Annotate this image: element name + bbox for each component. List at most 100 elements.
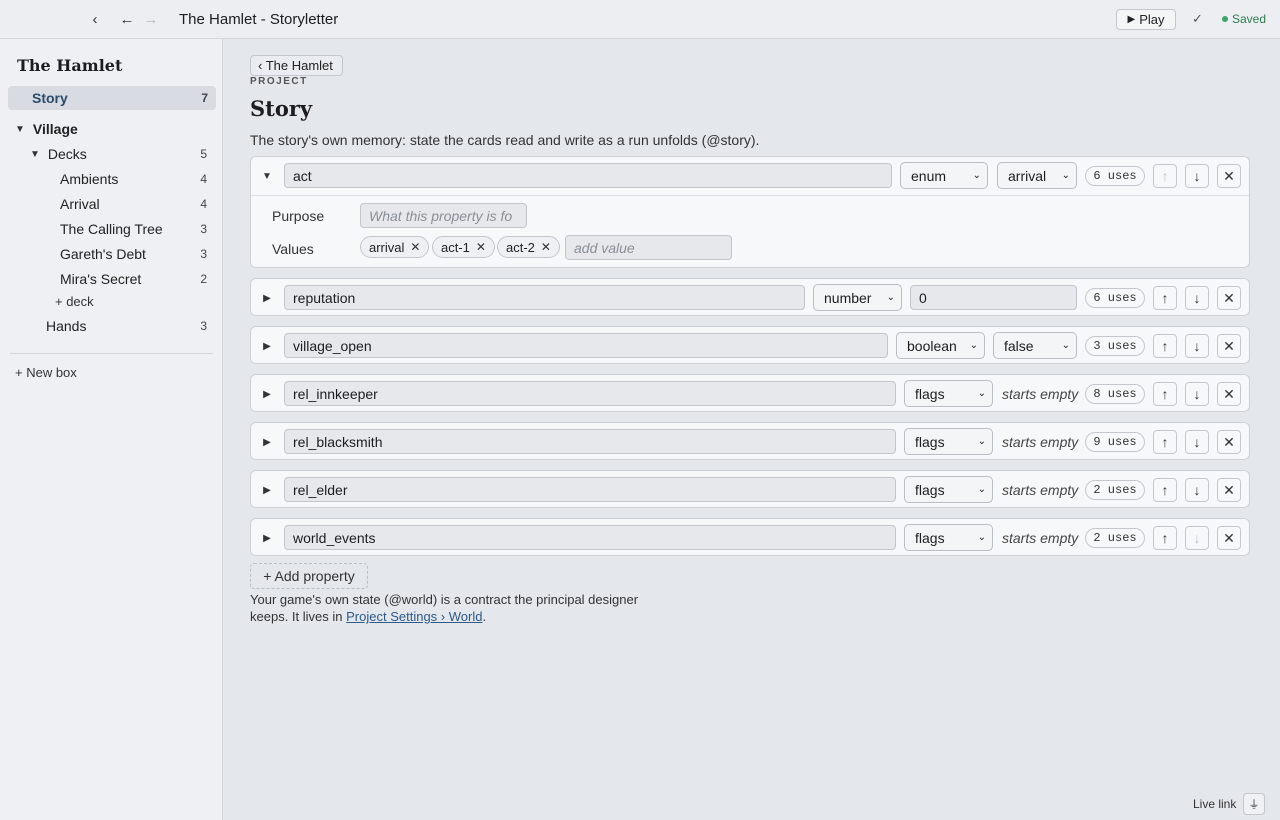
uses-badge[interactable]: 6 uses — [1085, 166, 1145, 186]
property-type-select[interactable]: boolean ⌄ — [896, 332, 985, 359]
move-up-button[interactable]: ↑ — [1153, 526, 1177, 550]
saved-status: Saved — [1222, 12, 1266, 26]
property-name-input[interactable]: world_events — [284, 525, 896, 550]
move-down-button[interactable]: ↓ — [1185, 478, 1209, 502]
remove-property-button[interactable]: ✕ — [1217, 286, 1241, 310]
forward-button[interactable]: → — [141, 9, 161, 29]
close-icon: ✕ — [1223, 481, 1235, 498]
sidebar-item-hands[interactable]: Hands 3 — [46, 314, 215, 338]
remove-property-button[interactable]: ✕ — [1217, 430, 1241, 454]
move-down-button[interactable]: ↓ — [1185, 286, 1209, 310]
select-value: arrival — [1008, 167, 1047, 184]
sidebar-item-label: Ambients — [60, 171, 119, 187]
property-row: ▶ rel_elder flags ⌄ starts empty 2 uses … — [250, 470, 1250, 508]
page-title: Story — [250, 96, 313, 121]
move-up-button[interactable]: ↑ — [1153, 286, 1177, 310]
property-type-select[interactable]: flags ⌄ — [904, 524, 993, 551]
property-type-select[interactable]: flags ⌄ — [904, 428, 993, 455]
property-type-select[interactable]: number ⌄ — [813, 284, 902, 311]
value-chip: act-1 ✕ — [432, 236, 495, 258]
close-icon: ✕ — [1223, 433, 1235, 450]
purpose-input[interactable]: What this property is fo — [360, 203, 527, 228]
move-down-button[interactable]: ↓ — [1185, 382, 1209, 406]
move-up-button[interactable]: ↑ — [1153, 430, 1177, 454]
property-default-select[interactable]: arrival ⌄ — [997, 162, 1077, 189]
uses-badge[interactable]: 6 uses — [1085, 288, 1145, 308]
sidebar-item-deck[interactable]: Arrival 4 — [60, 192, 215, 216]
property-type-select[interactable]: flags ⌄ — [904, 476, 993, 503]
arrow-down-icon: ↓ — [1193, 482, 1201, 498]
uses-badge[interactable]: 2 uses — [1085, 480, 1145, 500]
remove-property-button[interactable]: ✕ — [1217, 164, 1241, 188]
sidebar-item-deck[interactable]: Gareth's Debt 3 — [60, 242, 215, 266]
property-name-input[interactable]: reputation — [284, 285, 805, 310]
move-down-button[interactable]: ↓ — [1185, 334, 1209, 358]
sidebar-item-decks[interactable]: ▼ Decks 5 — [30, 142, 215, 166]
sidebar-item-story[interactable]: Story 7 — [8, 86, 216, 110]
uses-badge[interactable]: 9 uses — [1085, 432, 1145, 452]
move-down-button[interactable]: ↓ — [1185, 430, 1209, 454]
arrow-up-icon: ↑ — [1161, 482, 1169, 498]
move-down-button[interactable]: ↓ — [1185, 164, 1209, 188]
property-name-input[interactable]: rel_blacksmith — [284, 429, 896, 454]
play-button[interactable]: ▶ Play — [1116, 9, 1176, 30]
expand-row-button[interactable]: ▶ — [259, 337, 275, 355]
add-value-input[interactable]: add value — [565, 235, 732, 260]
sidebar-item-label: Story — [32, 90, 68, 106]
remove-value-icon[interactable]: ✕ — [541, 240, 551, 254]
property-row: ▶ reputation number ⌄ 0 6 uses ↑ ↓ ✕ — [250, 278, 1250, 316]
expand-row-button[interactable]: ▶ — [259, 481, 275, 499]
remove-property-button[interactable]: ✕ — [1217, 334, 1241, 358]
add-property-button[interactable]: + Add property — [250, 563, 368, 589]
property-name-input[interactable]: act — [284, 163, 892, 188]
remove-property-button[interactable]: ✕ — [1217, 382, 1241, 406]
move-up-button[interactable]: ↑ — [1153, 382, 1177, 406]
sidebar-item-label: Gareth's Debt — [60, 246, 146, 262]
move-down-button[interactable]: ↓ — [1185, 526, 1209, 550]
property-name-input[interactable]: village_open — [284, 333, 888, 358]
move-up-button[interactable]: ↑ — [1153, 478, 1177, 502]
play-icon: ▶ — [1127, 14, 1136, 25]
property-row-header: ▶ rel_elder flags ⌄ starts empty 2 uses … — [251, 471, 1249, 509]
remove-property-button[interactable]: ✕ — [1217, 526, 1241, 550]
property-name-input[interactable]: rel_elder — [284, 477, 896, 502]
caret-down-icon[interactable]: ▼ — [15, 124, 25, 135]
collapse-row-button[interactable]: ▼ — [259, 167, 275, 185]
footnote-end: . — [482, 609, 487, 624]
arrow-left-icon: ← — [119, 10, 135, 28]
property-type-select[interactable]: flags ⌄ — [904, 380, 993, 407]
uses-badge[interactable]: 2 uses — [1085, 528, 1145, 548]
collapse-sidebar-button[interactable]: ‹ — [85, 9, 105, 29]
uses-badge[interactable]: 3 uses — [1085, 336, 1145, 356]
move-up-button[interactable]: ↑ — [1153, 164, 1177, 188]
caret-down-icon[interactable]: ▼ — [30, 149, 40, 160]
sidebar-item-deck[interactable]: Ambients 4 — [60, 167, 215, 191]
live-link-button[interactable]: ⏚ — [1243, 793, 1265, 815]
arrow-up-icon: ↑ — [1161, 338, 1169, 354]
expand-row-button[interactable]: ▶ — [259, 433, 275, 451]
remove-property-button[interactable]: ✕ — [1217, 478, 1241, 502]
property-default-input[interactable]: 0 — [910, 285, 1077, 310]
back-button[interactable]: ← — [117, 9, 137, 29]
arrow-down-icon: ↓ — [1193, 386, 1201, 402]
close-icon: ✕ — [1223, 385, 1235, 402]
expand-row-button[interactable]: ▶ — [259, 385, 275, 403]
breadcrumb-back-button[interactable]: ‹ The Hamlet — [250, 55, 343, 76]
expand-row-button[interactable]: ▶ — [259, 289, 275, 307]
remove-value-icon[interactable]: ✕ — [410, 240, 420, 254]
close-icon: ✕ — [1223, 167, 1235, 184]
sidebar-item-deck[interactable]: The Calling Tree 3 — [60, 217, 215, 241]
property-name-input[interactable]: rel_innkeeper — [284, 381, 896, 406]
uses-badge[interactable]: 8 uses — [1085, 384, 1145, 404]
sidebar-item-village[interactable]: ▼ Village — [15, 117, 215, 141]
new-box-button[interactable]: + New box — [15, 365, 77, 380]
move-up-button[interactable]: ↑ — [1153, 334, 1177, 358]
property-default-select[interactable]: false ⌄ — [993, 332, 1077, 359]
remove-value-icon[interactable]: ✕ — [476, 240, 486, 254]
expand-row-button[interactable]: ▶ — [259, 529, 275, 547]
property-row: ▶ rel_blacksmith flags ⌄ starts empty 9 … — [250, 422, 1250, 460]
property-type-select[interactable]: enum ⌄ — [900, 162, 988, 189]
sidebar-item-deck[interactable]: Mira's Secret 2 — [60, 267, 215, 291]
project-settings-world-link[interactable]: Project Settings › World — [346, 609, 482, 624]
add-deck-button[interactable]: + deck — [55, 294, 94, 309]
